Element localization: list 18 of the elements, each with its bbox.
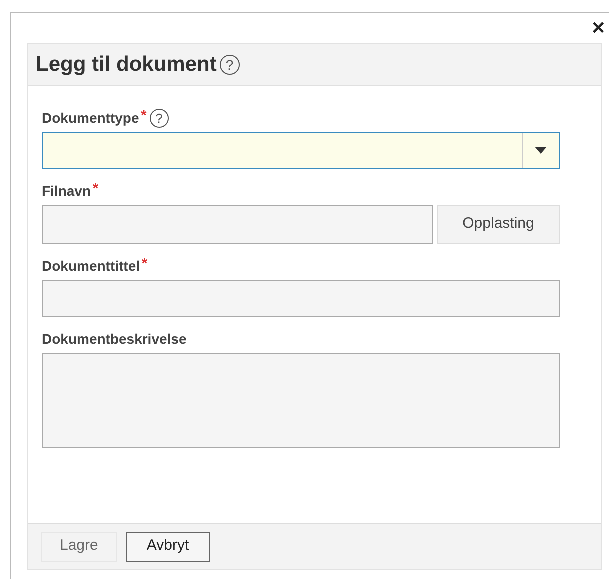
field-label: Dokumenttype xyxy=(42,108,140,128)
required-mark: * xyxy=(142,256,148,270)
field-label: Dokumenttittel xyxy=(42,256,140,276)
close-button[interactable]: × xyxy=(592,17,605,39)
title-field[interactable] xyxy=(42,280,560,317)
dropdown-field[interactable] xyxy=(42,132,560,169)
upload-button[interactable]: Opplasting xyxy=(437,205,560,244)
description-field[interactable] xyxy=(42,353,560,448)
dialog-title: Legg til dokument xyxy=(36,52,217,78)
field-label: Dokumentbeskrivelse xyxy=(42,330,187,348)
caret-icon xyxy=(535,147,547,154)
help-icon[interactable]: ? xyxy=(150,108,169,128)
dialog-button[interactable]: Avbryt xyxy=(126,532,210,562)
field-label: Filnavn xyxy=(42,182,92,200)
required-mark: * xyxy=(141,108,147,122)
required-mark: * xyxy=(93,181,98,195)
filename-field[interactable] xyxy=(42,205,433,244)
help-icon[interactable]: ? xyxy=(220,54,240,74)
